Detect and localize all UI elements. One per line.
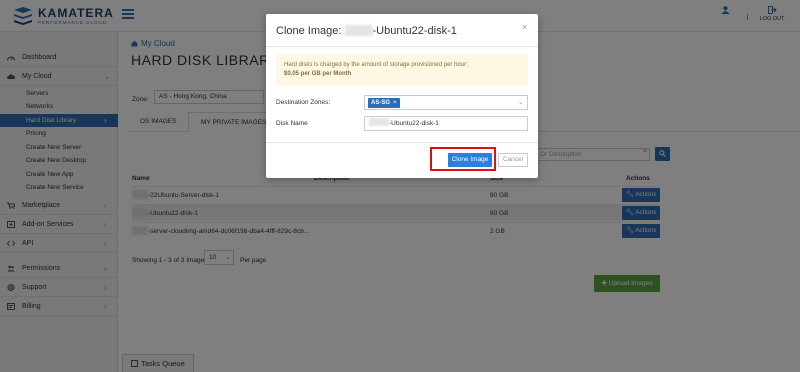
cancel-button[interactable]: Cancel (498, 153, 528, 167)
dialog-title: Clone Image: -Ubuntu22-disk-1 (276, 25, 457, 37)
clone-image-button[interactable]: Clone Image (448, 153, 492, 167)
alert-price: $0.05 per GB per Month (284, 71, 352, 77)
disk-name-value: -Ubuntu22-disk-1 (389, 120, 439, 127)
pricing-alert: Hard disks is charged by the amount of s… (276, 54, 528, 86)
dialog-title-prefix: Clone Image: (276, 25, 342, 37)
chevron-down-icon[interactable]: ⌄ (518, 98, 524, 106)
close-icon[interactable]: × (522, 22, 527, 32)
divider (266, 46, 538, 47)
clone-image-dialog: Clone Image: -Ubuntu22-disk-1 × Hard dis… (266, 14, 538, 178)
destination-zones-field[interactable]: AS-SG × ⌄ (364, 95, 528, 110)
destination-zones-label: Destination Zones: (276, 99, 331, 106)
disk-name-field[interactable]: -Ubuntu22-disk-1 (364, 116, 528, 131)
redacted-block (369, 118, 389, 126)
divider (266, 142, 538, 143)
redacted-block (344, 25, 373, 36)
alert-text: Hard disks is charged by the amount of s… (284, 62, 468, 68)
remove-tag-icon[interactable]: × (393, 100, 397, 106)
zone-tag-label: AS-SG (371, 100, 391, 106)
zone-tag[interactable]: AS-SG × (368, 98, 400, 108)
dialog-title-suffix: -Ubuntu22-disk-1 (372, 25, 457, 37)
disk-name-label: Disk Name (276, 120, 308, 127)
